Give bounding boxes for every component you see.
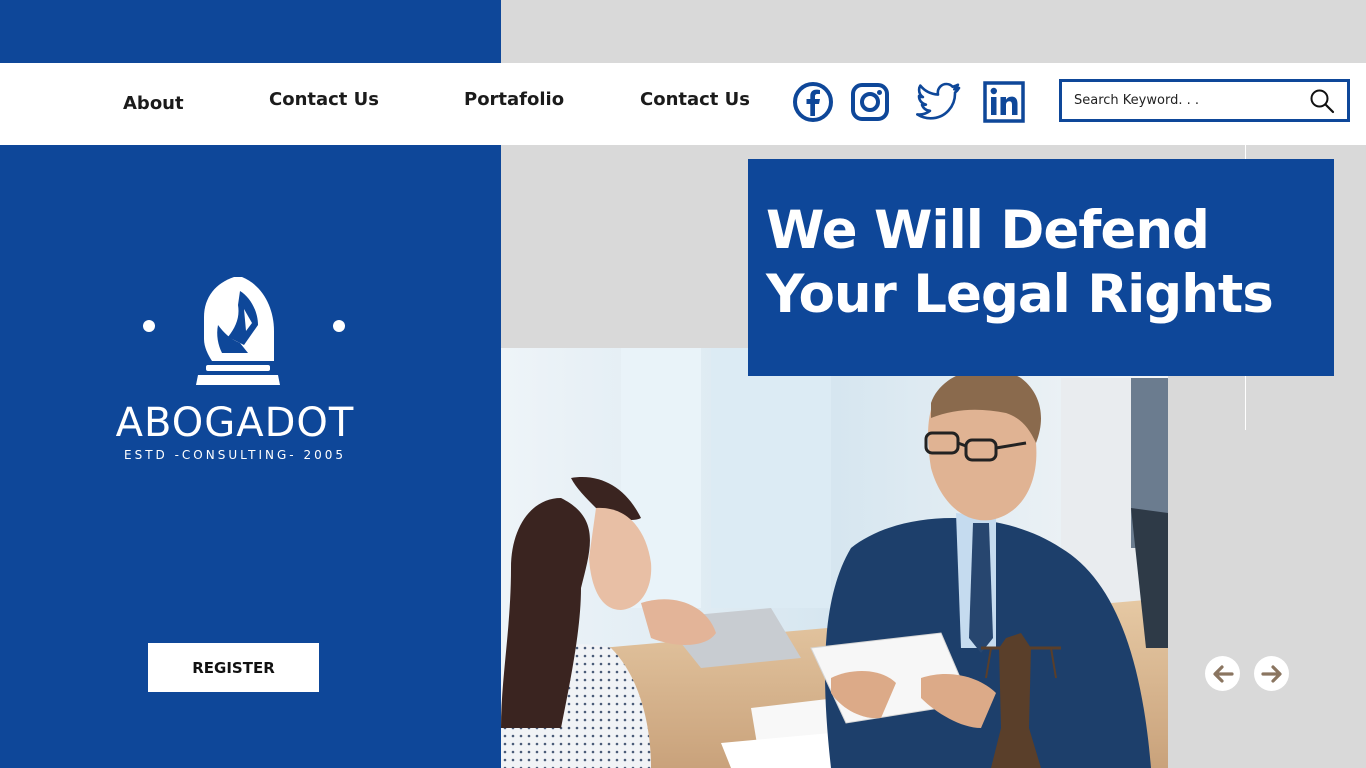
register-button[interactable]: REGISTER	[148, 643, 319, 692]
linkedin-icon[interactable]	[980, 78, 1028, 126]
brand-name: ABOGADOT	[115, 400, 355, 446]
logo-dot-right	[333, 320, 345, 332]
nav-about[interactable]: About	[123, 93, 184, 114]
facebook-icon[interactable]	[789, 78, 837, 126]
logo-dot-left	[143, 320, 155, 332]
hero-headline: We Will Defend Your Legal Rights	[766, 200, 1274, 325]
hero-photo	[501, 348, 1168, 768]
arrow-right-icon	[1260, 664, 1282, 683]
instagram-icon[interactable]	[846, 78, 894, 126]
slider-next-button[interactable]	[1254, 656, 1289, 691]
top-blue-band	[0, 0, 501, 63]
nav-portfolio[interactable]: Portafolio	[464, 89, 564, 110]
hero-headline-box: We Will Defend Your Legal Rights	[748, 159, 1334, 376]
slider-prev-button[interactable]	[1205, 656, 1240, 691]
nav-contact-us[interactable]: Contact Us	[269, 89, 379, 110]
brand-tagline: ESTD -CONSULTING- 2005	[124, 448, 346, 462]
nav-contact-us-2[interactable]: Contact Us	[640, 89, 750, 110]
top-navbar: About Contact Us Portafolio Contact Us	[0, 63, 1366, 145]
chess-knight-icon	[196, 277, 280, 385]
twitter-icon[interactable]	[914, 78, 964, 126]
brand-logo: ABOGADOT ESTD -CONSULTING- 2005	[90, 270, 380, 470]
search-box	[1059, 79, 1350, 122]
search-icon[interactable]	[1309, 88, 1335, 114]
arrow-left-icon	[1212, 664, 1234, 683]
search-input[interactable]	[1074, 82, 1294, 119]
